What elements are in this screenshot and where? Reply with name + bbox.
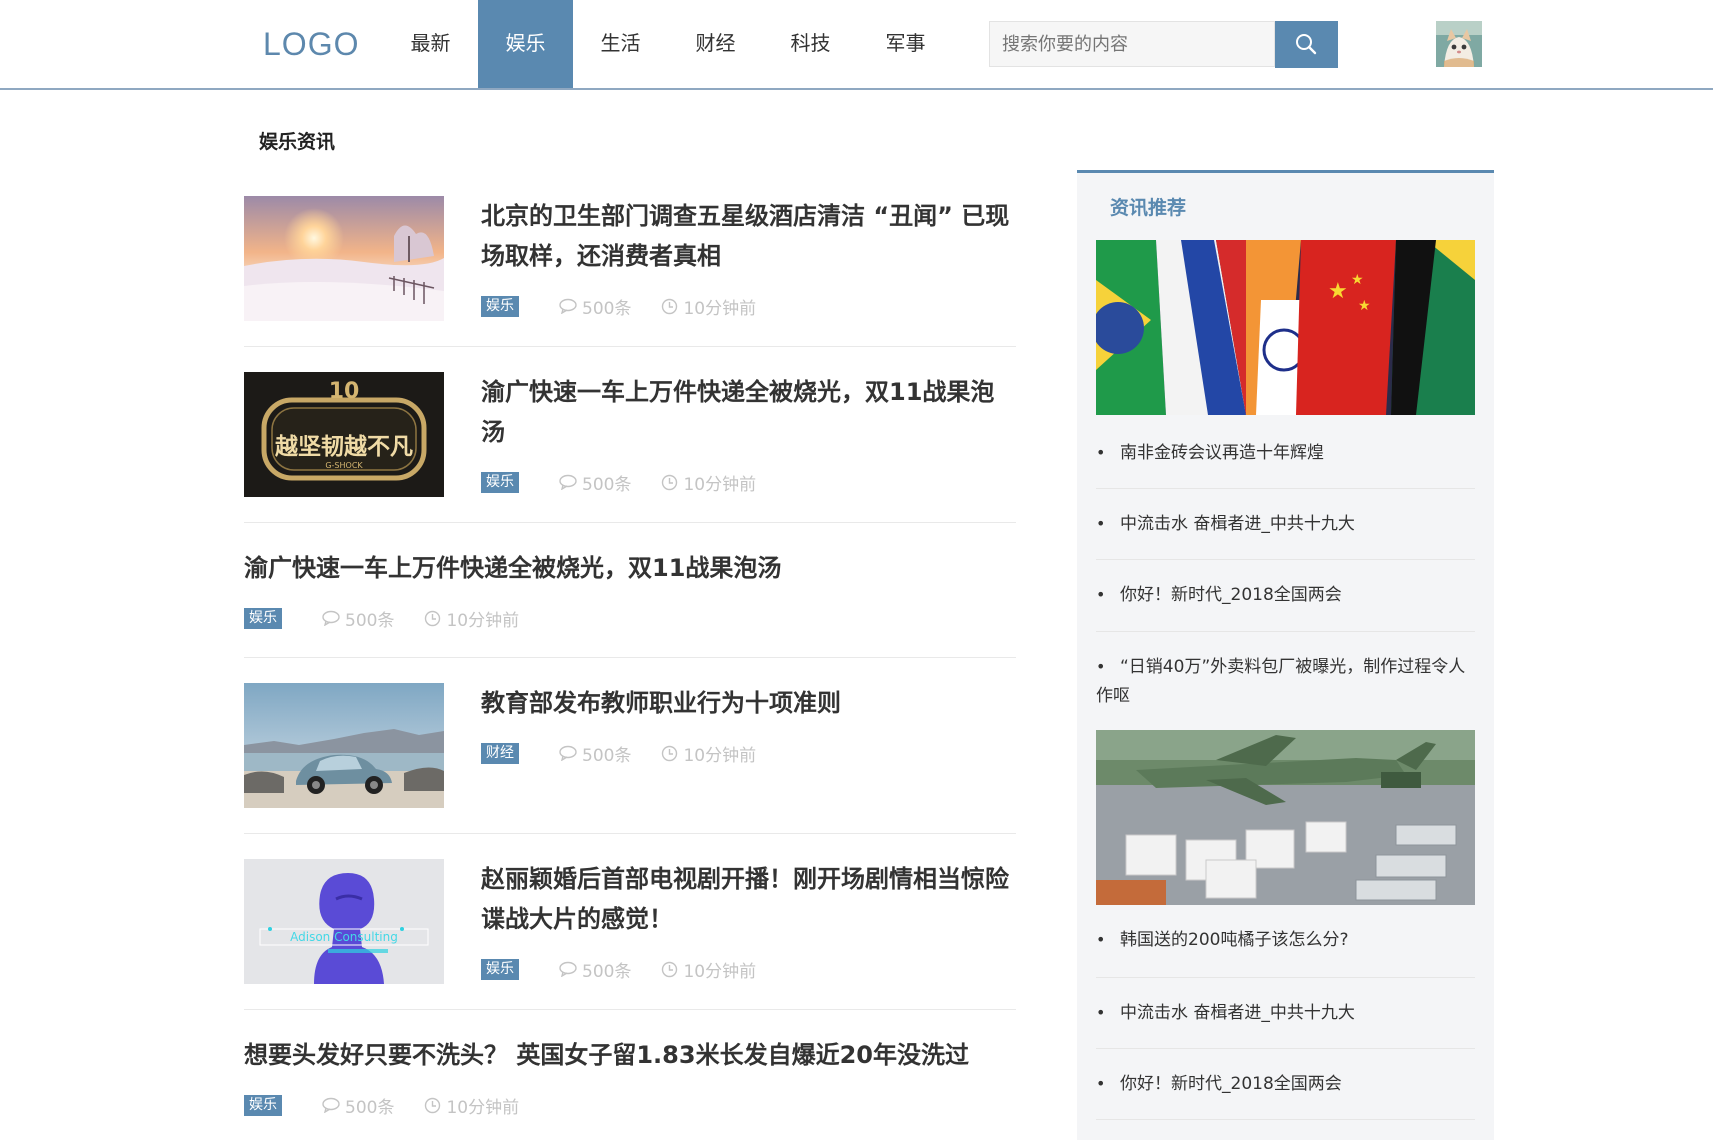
svg-text:★: ★ xyxy=(1328,279,1348,304)
clock-icon xyxy=(662,298,678,314)
comment-count: 500条 xyxy=(559,957,631,982)
news-meta: 娱乐 500条 10分钟前 xyxy=(481,470,786,495)
site-logo[interactable]: LOGO xyxy=(263,26,359,63)
publish-time: 10分钟前 xyxy=(661,741,756,766)
news-thumbnail-snow-sunset[interactable] xyxy=(244,196,444,321)
svg-text:Adison Consulting: Adison Consulting xyxy=(290,930,398,944)
sidebar-link[interactable]: • 南非金砖会议再造十年辉煌 xyxy=(1096,418,1475,489)
category-tag[interactable]: 财经 xyxy=(481,742,519,764)
clock-icon xyxy=(425,610,441,626)
search-button[interactable] xyxy=(1275,21,1338,68)
comment-icon xyxy=(322,610,340,626)
nav-item-military[interactable]: 军事 xyxy=(858,0,953,88)
news-title[interactable]: 渝广快速一车上万件快递全被烧光，双11战果泡汤 xyxy=(244,548,1016,588)
comment-count: 500条 xyxy=(559,741,631,766)
news-title[interactable]: 教育部发布教师职业行为十项准则 xyxy=(481,683,1016,723)
news-title[interactable]: 北京的卫生部门调查五星级酒店清洁 “丑闻” 已现场取样，还消费者真相 xyxy=(481,196,1016,276)
nav-item-tech[interactable]: 科技 xyxy=(763,0,858,88)
news-thumbnail-car[interactable] xyxy=(244,683,444,808)
news-meta: 娱乐 500条 10分钟前 xyxy=(481,957,786,982)
category-tag[interactable]: 娱乐 xyxy=(481,958,519,980)
news-meta: 娱乐 500条 10分钟前 xyxy=(244,1093,549,1118)
news-thumbnail-gshock[interactable]: 10 越坚韧越不凡 G-SHOCK xyxy=(244,372,444,497)
comment-icon xyxy=(559,474,577,490)
publish-time: 10分钟前 xyxy=(661,470,756,495)
comment-icon xyxy=(559,298,577,314)
nav-item-entertainment[interactable]: 娱乐 xyxy=(478,0,573,88)
top-header: LOGO 最新 娱乐 生活 财经 科技 军事 xyxy=(0,0,1713,90)
sidebar-link[interactable]: • 中流击水 奋楫者进_中共十九大 xyxy=(1096,489,1475,560)
publish-time: 10分钟前 xyxy=(661,294,756,319)
comment-count: 500条 xyxy=(322,1093,394,1118)
search-icon xyxy=(1296,34,1317,55)
svg-text:G-SHOCK: G-SHOCK xyxy=(325,461,363,470)
news-item: Adison Consulting 赵丽颖婚后首部电视剧开播！刚开场剧情相当惊险… xyxy=(244,859,1016,1010)
news-item: 想要头发好只要不洗头？ 英国女子留1.83米长发自爆近20年没洗过 娱乐 500… xyxy=(244,1035,1016,1137)
search-input[interactable] xyxy=(990,22,1274,66)
news-title[interactable]: 想要头发好只要不洗头？ 英国女子留1.83米长发自爆近20年没洗过 xyxy=(244,1035,1016,1075)
category-tag[interactable]: 娱乐 xyxy=(481,295,519,317)
comment-count: 500条 xyxy=(559,470,631,495)
category-tag[interactable]: 娱乐 xyxy=(244,607,282,629)
news-title[interactable]: 赵丽颖婚后首部电视剧开播！刚开场剧情相当惊险谍战大片的感觉！ xyxy=(481,859,1016,939)
svg-text:越坚韧越不凡: 越坚韧越不凡 xyxy=(275,434,413,460)
main-nav: 最新 娱乐 生活 财经 科技 军事 xyxy=(383,0,953,88)
sidebar-link[interactable]: • “日销40万”外卖料包厂被曝光，制作过程令人作呕 xyxy=(1096,632,1475,727)
sidebar-link[interactable]: • 你好！新时代_2018全国两会 xyxy=(1096,560,1475,632)
comment-icon xyxy=(322,1097,340,1113)
news-item: 教育部发布教师职业行为十项准则 财经 500条 10分钟前 xyxy=(244,683,1016,834)
nav-item-latest[interactable]: 最新 xyxy=(383,0,478,88)
clock-icon xyxy=(662,474,678,490)
clock-icon xyxy=(425,1097,441,1113)
user-avatar[interactable] xyxy=(1436,21,1482,67)
comment-count: 500条 xyxy=(322,606,394,631)
publish-time: 10分钟前 xyxy=(424,1093,519,1118)
category-tag[interactable]: 娱乐 xyxy=(244,1094,282,1116)
news-thumbnail-consulting[interactable]: Adison Consulting xyxy=(244,859,444,984)
news-title[interactable]: 渝广快速一车上万件快递全被烧光，双11战果泡汤 xyxy=(481,372,1016,452)
news-meta: 财经 500条 10分钟前 xyxy=(481,741,786,766)
comment-icon xyxy=(559,745,577,761)
nav-item-life[interactable]: 生活 xyxy=(573,0,668,88)
sidebar-image-flags[interactable]: ★ ★ ★ xyxy=(1096,240,1475,415)
clock-icon xyxy=(662,961,678,977)
recommend-sidebar: 资讯推荐 ★ ★ ★ • 南非金砖会议再造十年辉煌 • 中流击水 奋楫者进_中共十九… xyxy=(1077,170,1494,1140)
nav-item-finance[interactable]: 财经 xyxy=(668,0,763,88)
news-meta: 娱乐 500条 10分钟前 xyxy=(244,606,549,631)
news-item: 渝广快速一车上万件快递全被烧光，双11战果泡汤 娱乐 500条 10分钟前 xyxy=(244,548,1016,658)
category-tag[interactable]: 娱乐 xyxy=(481,471,519,493)
comment-icon xyxy=(559,961,577,977)
svg-text:★: ★ xyxy=(1351,272,1364,288)
search-box xyxy=(989,21,1275,67)
publish-time: 10分钟前 xyxy=(661,957,756,982)
sidebar-link[interactable]: • 韩国送的200吨橘子该怎么分? xyxy=(1096,907,1475,978)
section-title: 娱乐资讯 xyxy=(259,131,336,153)
publish-time: 10分钟前 xyxy=(424,606,519,631)
clock-icon xyxy=(662,745,678,761)
comment-count: 500条 xyxy=(559,294,631,319)
sidebar-link[interactable]: • 中流击水 奋楫者进_中共十九大 xyxy=(1096,978,1475,1049)
news-meta: 娱乐 500条 10分钟前 xyxy=(481,294,786,319)
sidebar-image-aircraft[interactable] xyxy=(1096,730,1475,905)
news-item: 北京的卫生部门调查五星级酒店清洁 “丑闻” 已现场取样，还消费者真相 娱乐 50… xyxy=(244,196,1016,347)
sidebar-link[interactable]: • 你好！新时代_2018全国两会 xyxy=(1096,1049,1475,1120)
news-item: 10 越坚韧越不凡 G-SHOCK 渝广快速一车上万件快递全被烧光，双11战果泡… xyxy=(244,372,1016,523)
svg-text:10: 10 xyxy=(329,379,360,404)
svg-text:★: ★ xyxy=(1358,298,1371,314)
sidebar-title: 资讯推荐 xyxy=(1110,197,1187,219)
